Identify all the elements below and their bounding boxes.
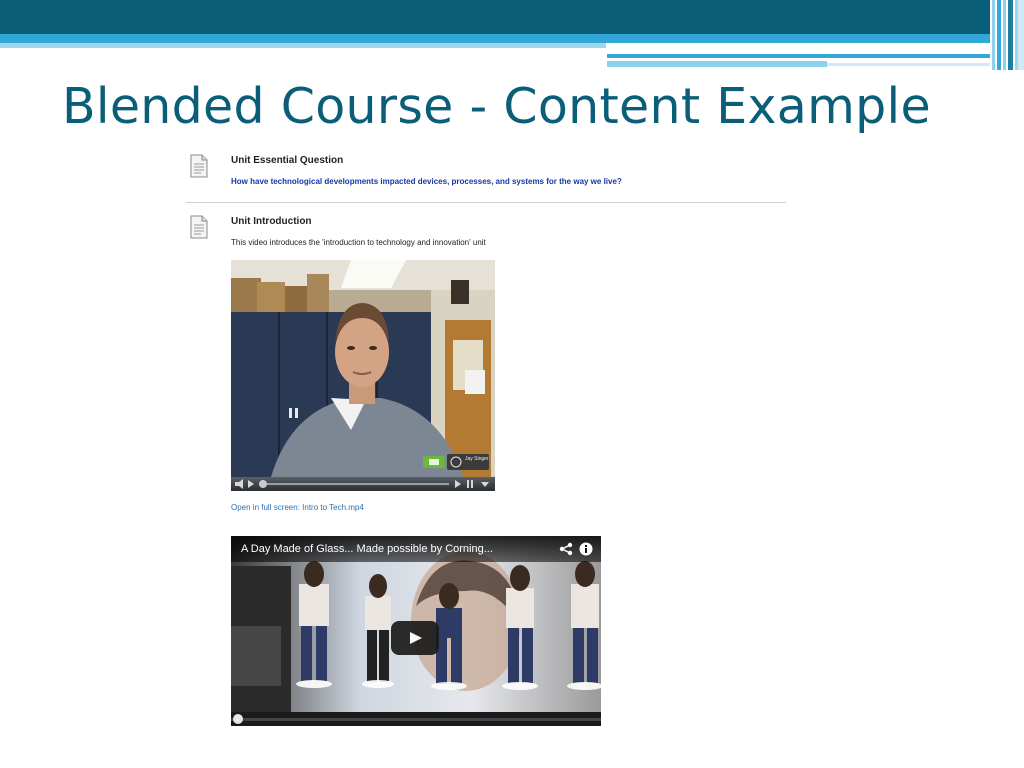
fullscreen-link[interactable]: Open in full screen: Intro to Tech.mp4 xyxy=(231,503,364,512)
info-icon[interactable] xyxy=(579,542,593,556)
video-frame xyxy=(231,260,495,477)
video-overlay-caption: Jay Singer xyxy=(465,456,489,462)
intro-video-player[interactable]: Jay Singer xyxy=(231,260,495,491)
accent-bar xyxy=(827,63,1004,66)
header-band-notch xyxy=(606,43,1024,48)
video-controls-graphic xyxy=(235,479,489,489)
progress-graphic xyxy=(231,714,601,724)
accent-bar xyxy=(607,54,1004,58)
video-title[interactable]: A Day Made of Glass... Made possible by … xyxy=(241,543,493,555)
decorative-stripes xyxy=(990,0,1024,70)
course-content: Unit Essential Question How have technol… xyxy=(186,150,786,740)
document-icon xyxy=(190,215,208,239)
corning-video-player[interactable]: A Day Made of Glass... Made possible by … xyxy=(231,536,601,726)
divider xyxy=(186,202,786,203)
essential-question-link[interactable]: How have technological developments impa… xyxy=(231,177,622,186)
video-progress-bar[interactable] xyxy=(231,712,601,726)
play-button[interactable] xyxy=(391,621,439,655)
item-description: This video introduces the 'introduction … xyxy=(231,238,486,247)
document-icon xyxy=(190,154,208,178)
header-band xyxy=(0,0,1024,34)
item-title[interactable]: Unit Introduction xyxy=(231,216,312,227)
video-controls[interactable] xyxy=(231,477,495,491)
item-title[interactable]: Unit Essential Question xyxy=(231,155,343,166)
share-icon[interactable] xyxy=(559,542,573,556)
header-band-light xyxy=(0,34,1024,43)
accent-bar xyxy=(607,61,827,67)
slide-title: Blended Course - Content Example xyxy=(62,78,931,135)
